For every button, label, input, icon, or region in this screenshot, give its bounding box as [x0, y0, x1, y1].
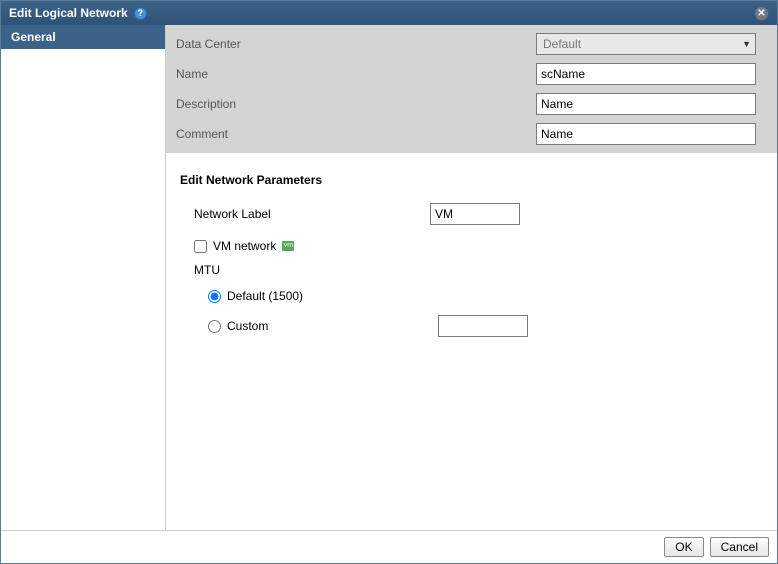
cancel-button[interactable]: Cancel	[710, 537, 769, 557]
help-icon[interactable]: ?	[134, 7, 147, 20]
vm-network-label: VM network	[213, 239, 276, 253]
name-label: Name	[176, 67, 536, 81]
data-center-select[interactable]: Default ▼	[536, 33, 756, 55]
chevron-down-icon: ▼	[742, 39, 751, 49]
main-panel: Data Center Default ▼ Name Descri	[166, 25, 777, 530]
comment-label: Comment	[176, 127, 536, 141]
data-center-label: Data Center	[176, 37, 536, 51]
mtu-custom-radio[interactable]	[208, 320, 221, 333]
name-input[interactable]	[536, 63, 756, 85]
description-label: Description	[176, 97, 536, 111]
mtu-label: MTU	[194, 263, 763, 277]
dialog-body: General Data Center Default ▼ Name	[1, 25, 777, 530]
network-label-label: Network Label	[194, 207, 430, 221]
vm-network-checkbox[interactable]	[194, 240, 207, 253]
network-label-input[interactable]	[430, 203, 520, 225]
mtu-custom-label: Custom	[227, 319, 268, 333]
description-input[interactable]	[536, 93, 756, 115]
general-form-top: Data Center Default ▼ Name Descri	[166, 25, 777, 153]
edit-logical-network-dialog: Edit Logical Network ? ✕ General Data Ce…	[0, 0, 778, 564]
ok-button[interactable]: OK	[664, 537, 703, 557]
dialog-title: Edit Logical Network	[9, 6, 128, 20]
section-title: Edit Network Parameters	[180, 173, 763, 187]
comment-input[interactable]	[536, 123, 756, 145]
dialog-titlebar: Edit Logical Network ? ✕	[1, 1, 777, 25]
dialog-footer: OK Cancel	[1, 530, 777, 563]
network-parameters-section: Edit Network Parameters Network Label VM…	[166, 153, 777, 530]
data-center-selected: Default	[543, 37, 581, 51]
sidebar: General	[1, 25, 166, 530]
sidebar-item-label: General	[11, 30, 56, 44]
mtu-default-label: Default (1500)	[227, 289, 303, 303]
close-icon[interactable]: ✕	[754, 6, 769, 21]
mtu-default-radio[interactable]	[208, 290, 221, 303]
vm-badge-icon: vm	[282, 241, 294, 251]
sidebar-item-general[interactable]: General	[1, 25, 165, 49]
mtu-custom-input	[438, 315, 528, 337]
